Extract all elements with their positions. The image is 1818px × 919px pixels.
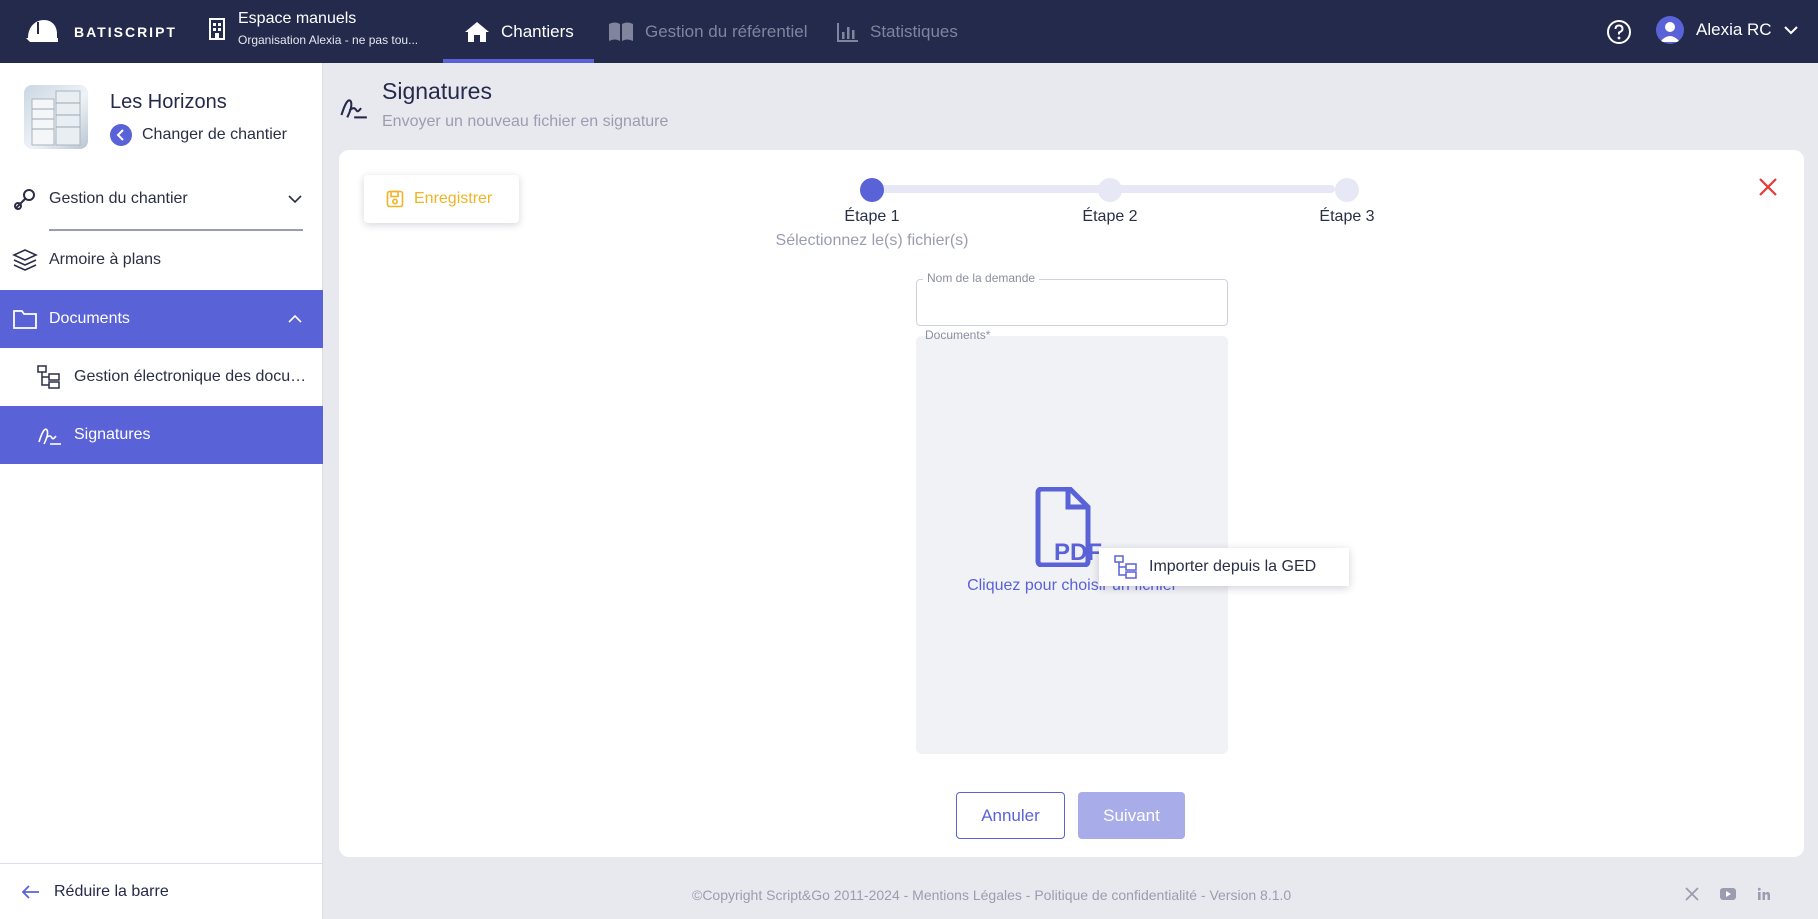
chevron-left-icon xyxy=(110,124,132,146)
helmet-logo-icon xyxy=(26,20,58,42)
tab-chantiers[interactable]: Chantiers xyxy=(443,0,594,63)
page-subtitle: Envoyer un nouveau fichier en signature xyxy=(382,113,669,130)
signature-icon xyxy=(38,428,61,445)
next-button[interactable]: Suivant xyxy=(1078,792,1185,839)
workspace-selector[interactable]: Espace manuels Organisation Alexia - ne … xyxy=(208,10,418,47)
sidebar: Les Horizons Changer de chantier Gestion… xyxy=(0,63,323,919)
tab-chantiers-label: Chantiers xyxy=(501,21,574,41)
footer-copyright[interactable]: ©Copyright Script&Go 2011-2024 - Mention… xyxy=(692,887,1291,903)
user-icon xyxy=(1660,22,1680,42)
collapse-sidebar-label: Réduire la barre xyxy=(54,882,169,900)
avatar xyxy=(1656,16,1684,44)
page-header: Signatures Envoyer un nouveau fichier en… xyxy=(338,78,668,131)
close-icon[interactable] xyxy=(1756,175,1780,199)
layers-icon xyxy=(12,249,38,271)
brand-name: BATISCRIPT xyxy=(74,24,177,40)
stepper: Étape 1 Étape 2 Étape 3 Sélectionnez le(… xyxy=(739,167,1459,277)
tab-gestion-referentiel-label: Gestion du référentiel xyxy=(645,21,808,41)
top-navigation-bar: BATISCRIPT Espace manuels Organisation A… xyxy=(0,0,1818,63)
help-icon[interactable] xyxy=(1606,19,1632,45)
site-card: Les Horizons Changer de chantier xyxy=(24,85,287,149)
site-thumbnail xyxy=(24,85,88,149)
chevron-down-icon xyxy=(288,195,302,204)
book-icon xyxy=(609,22,633,41)
workspace-subtitle: Organisation Alexia - ne pas tou... xyxy=(238,33,419,47)
sidebar-item-label: Gestion du chantier xyxy=(49,190,188,207)
import-from-ged-menu-item[interactable]: Importer depuis la GED xyxy=(1099,548,1349,586)
step-1-label: Étape 1 xyxy=(844,208,900,225)
user-menu[interactable]: Alexia RC xyxy=(1656,16,1798,44)
tab-statistiques[interactable]: Statistiques xyxy=(836,0,958,63)
change-site-label: Changer de chantier xyxy=(142,126,287,143)
tools-icon xyxy=(14,189,35,210)
sidebar-item-label: Documents xyxy=(49,310,130,327)
tab-statistiques-label: Statistiques xyxy=(870,21,958,41)
social-links xyxy=(1685,887,1771,901)
sidebar-item-signatures[interactable]: Signatures xyxy=(0,406,323,464)
workspace-title: Espace manuels xyxy=(238,10,357,27)
sidebar-item-label: Gestion électronique des documents xyxy=(74,368,308,385)
sidebar-item-label: Signatures xyxy=(74,426,151,443)
request-name-label: Nom de la demande xyxy=(923,271,1040,285)
collapse-sidebar-button[interactable]: Réduire la barre xyxy=(0,863,323,919)
step-3-dot[interactable] xyxy=(1335,178,1359,202)
signature-wizard-card: Enregistrer Étape 1 Étape 2 Étape 3 Séle… xyxy=(339,150,1804,857)
save-label: Enregistrer xyxy=(414,190,493,207)
building-icon xyxy=(209,18,225,40)
brand[interactable]: BATISCRIPT xyxy=(24,12,177,52)
sidebar-item-gestion-chantier[interactable]: Gestion du chantier xyxy=(0,170,323,228)
chevron-up-icon xyxy=(288,314,302,323)
documents-label: Documents* xyxy=(925,328,991,342)
step-2-dot[interactable] xyxy=(1098,178,1122,202)
user-name: Alexia RC xyxy=(1696,20,1772,39)
building-photo-icon xyxy=(31,90,81,146)
tree-icon xyxy=(37,365,60,389)
step-1-dot[interactable] xyxy=(860,178,884,202)
home-icon xyxy=(465,21,489,42)
arrow-left-icon xyxy=(22,884,39,899)
page-title: Signatures xyxy=(382,78,492,104)
step-3-label: Étape 3 xyxy=(1319,208,1375,225)
sidebar-item-documents[interactable]: Documents xyxy=(0,290,323,348)
tree-icon xyxy=(1114,555,1137,579)
step-2-label: Étape 2 xyxy=(1082,208,1138,225)
change-site-link[interactable]: Changer de chantier xyxy=(110,124,287,146)
chevron-down-icon xyxy=(1783,26,1798,35)
tab-gestion-referentiel[interactable]: Gestion du référentiel xyxy=(607,0,808,63)
save-button[interactable]: Enregistrer xyxy=(364,175,519,223)
step-1-description: Sélectionnez le(s) fichier(s) xyxy=(775,232,969,249)
x-twitter-icon[interactable] xyxy=(1685,887,1699,901)
request-name-input[interactable] xyxy=(916,279,1228,326)
sidebar-item-armoire-plans[interactable]: Armoire à plans xyxy=(0,231,323,289)
sidebar-item-ged[interactable]: Gestion électronique des documents xyxy=(0,348,323,406)
save-icon xyxy=(386,190,404,208)
signature-icon xyxy=(340,99,367,119)
linkedin-icon[interactable] xyxy=(1757,887,1771,901)
svg-text:PDF: PDF xyxy=(1054,539,1102,566)
site-name: Les Horizons xyxy=(110,91,227,113)
chart-icon xyxy=(837,22,858,42)
cancel-button[interactable]: Annuler xyxy=(956,792,1065,839)
pdf-file-icon: PDF xyxy=(1035,487,1102,567)
sidebar-item-label: Armoire à plans xyxy=(49,251,162,268)
import-from-ged-label: Importer depuis la GED xyxy=(1149,558,1317,575)
youtube-icon[interactable] xyxy=(1719,887,1737,901)
folder-icon xyxy=(13,310,37,329)
